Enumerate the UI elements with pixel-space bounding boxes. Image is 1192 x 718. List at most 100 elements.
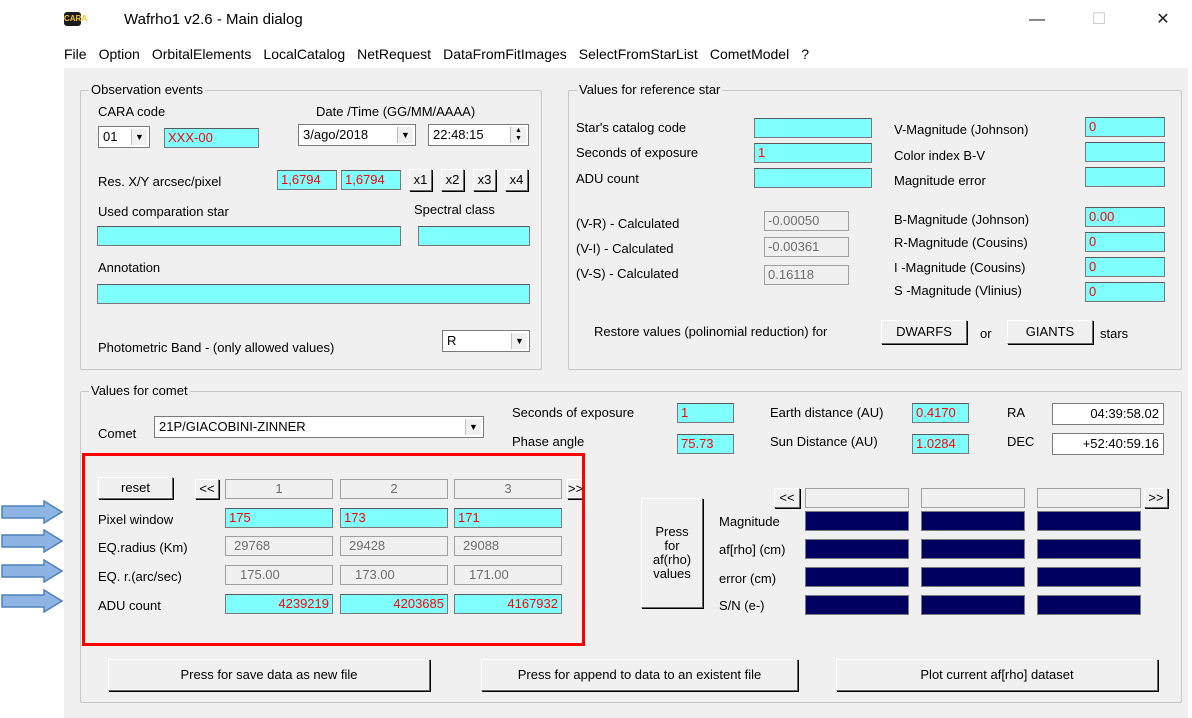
vr-value: -0.00050 bbox=[764, 211, 849, 231]
arrow-right-icon bbox=[1, 559, 64, 583]
v-magnitude-field[interactable]: 0 bbox=[1085, 117, 1165, 137]
right-prev-page-button[interactable]: << bbox=[774, 488, 800, 508]
error-1 bbox=[805, 567, 909, 587]
ref-exposure-label: Seconds of exposure bbox=[576, 145, 699, 160]
zoom-x4-button[interactable]: x4 bbox=[505, 169, 528, 191]
ra-value: 04:39:58.02 bbox=[1052, 403, 1164, 425]
zoom-x3-button[interactable]: x3 bbox=[473, 169, 496, 191]
afrho-2 bbox=[921, 539, 1025, 559]
sn-row-label: S/N (e-) bbox=[719, 598, 765, 613]
dec-value: +52:40:59.16 bbox=[1052, 433, 1164, 455]
earth-distance-field[interactable]: 0.4170 bbox=[912, 403, 969, 423]
ra-label: RA bbox=[1007, 405, 1026, 420]
magnitude-3 bbox=[1037, 511, 1141, 531]
annotation-label: Annotation bbox=[98, 260, 161, 275]
vi-calculated-label: (V-I) - Calculated bbox=[576, 241, 674, 256]
arrow-right-icon bbox=[1, 500, 64, 524]
menu-bar: File Option OrbitalElements LocalCatalog Net… bbox=[58, 42, 815, 66]
zoom-x1-button[interactable]: x1 bbox=[409, 169, 432, 191]
date-picker[interactable]: 3/ago/2018 ▼ bbox=[298, 124, 416, 146]
r-magnitude-field[interactable]: 0 bbox=[1085, 232, 1165, 252]
magnitude-row-label: Magnitude bbox=[719, 514, 780, 529]
append-file-button[interactable]: Press for append to data to an existent … bbox=[481, 659, 798, 691]
annotation-field[interactable] bbox=[97, 284, 530, 304]
menu-option[interactable]: Option bbox=[93, 42, 146, 66]
press-for-afrho-button[interactable]: Press for af(rho) values bbox=[641, 498, 703, 608]
menu-local-catalog[interactable]: LocalCatalog bbox=[257, 42, 351, 66]
zoom-x2-button[interactable]: x2 bbox=[441, 169, 464, 191]
title-bar: CARA Wafrho1 v2.6 - Main dialog — ☐ ✕ bbox=[0, 0, 1192, 40]
catalog-code-field[interactable] bbox=[754, 118, 872, 138]
press-line-2: for bbox=[664, 538, 680, 553]
afrho-1 bbox=[805, 539, 909, 559]
menu-help[interactable]: ? bbox=[795, 42, 815, 66]
cara-id-field[interactable]: XXX-00 bbox=[164, 128, 259, 148]
minimize-button[interactable]: — bbox=[1014, 6, 1060, 34]
earth-distance-label: Earth distance (AU) bbox=[770, 405, 884, 420]
sn-2 bbox=[921, 595, 1025, 615]
menu-file[interactable]: File bbox=[58, 42, 93, 66]
chevron-down-icon: ▼ bbox=[397, 127, 413, 143]
b-magnitude-field[interactable]: 0.00 bbox=[1085, 207, 1165, 227]
ref-adu-field[interactable] bbox=[754, 168, 872, 188]
menu-orbital-elements[interactable]: OrbitalElements bbox=[146, 42, 258, 66]
stars-label: stars bbox=[1100, 326, 1129, 341]
res-y-field[interactable]: 1,6794 bbox=[341, 170, 401, 190]
magnitude-2 bbox=[921, 511, 1025, 531]
right-column-header-1 bbox=[805, 488, 909, 508]
error-2 bbox=[921, 567, 1025, 587]
catalog-code-label: Star's catalog code bbox=[576, 120, 687, 135]
comet-group-title: Values for comet bbox=[89, 383, 190, 399]
right-next-page-button[interactable]: >> bbox=[1144, 488, 1168, 508]
menu-comet-model[interactable]: CometModel bbox=[704, 42, 795, 66]
giants-button[interactable]: GIANTS bbox=[1007, 320, 1093, 344]
right-column-header-2 bbox=[921, 488, 1025, 508]
phase-angle-field[interactable]: 75.73 bbox=[677, 434, 734, 454]
cara-code-label: CARA code bbox=[98, 104, 166, 119]
error-row-label: error (cm) bbox=[719, 571, 777, 586]
ref-exposure-field[interactable]: 1 bbox=[754, 143, 872, 163]
menu-select-from-star-list[interactable]: SelectFromStarList bbox=[573, 42, 704, 66]
press-line-3: af(rho) bbox=[652, 552, 692, 567]
comparation-star-field[interactable] bbox=[97, 226, 401, 246]
magnitude-error-field[interactable] bbox=[1085, 167, 1165, 187]
time-spinner[interactable]: 22:48:15 ▲ ▼ bbox=[428, 124, 529, 146]
comet-select[interactable]: 21P/GIACOBINI-ZINNER ▼ bbox=[154, 416, 484, 438]
comparation-star-label: Used comparation star bbox=[98, 204, 229, 219]
press-line-1: Press bbox=[655, 524, 689, 539]
v-magnitude-label: V-Magnitude (Johnson) bbox=[894, 122, 1029, 137]
plot-dataset-button[interactable]: Plot current af[rho] dataset bbox=[836, 659, 1158, 691]
arrow-right-icon bbox=[1, 589, 64, 613]
ref-adu-label: ADU count bbox=[576, 171, 639, 186]
s-magnitude-field[interactable]: 0 bbox=[1085, 282, 1165, 302]
arrow-right-icon bbox=[1, 529, 64, 553]
photometric-band-label: Photometric Band - (only allowed values) bbox=[98, 340, 335, 355]
maximize-button[interactable]: ☐ bbox=[1076, 6, 1122, 34]
or-label: or bbox=[980, 326, 992, 341]
cara-code-select[interactable]: 01 ▼ bbox=[98, 126, 150, 148]
comet-label: Comet bbox=[98, 426, 137, 441]
dwarfs-button[interactable]: DWARFS bbox=[881, 320, 967, 344]
vs-calculated-label: (V-S) - Calculated bbox=[576, 266, 679, 281]
res-x-field[interactable]: 1,6794 bbox=[277, 170, 337, 190]
app-icon: CARA bbox=[64, 12, 87, 26]
resolution-label: Res. X/Y arcsec/pixel bbox=[98, 174, 222, 189]
menu-data-from-fit-images[interactable]: DataFromFitImages bbox=[437, 42, 573, 66]
b-magnitude-label: B-Magnitude (Johnson) bbox=[894, 212, 1030, 227]
comet-exposure-field[interactable]: 1 bbox=[677, 403, 734, 423]
spectral-class-field[interactable] bbox=[418, 226, 530, 246]
photometric-band-select[interactable]: R ▼ bbox=[442, 330, 530, 352]
save-new-file-button[interactable]: Press for save data as new file bbox=[108, 659, 430, 691]
press-line-4: values bbox=[653, 566, 691, 581]
vi-value: -0.00361 bbox=[764, 237, 849, 257]
magnitude-error-label: Magnitude error bbox=[894, 173, 986, 188]
reference-star-title: Values for reference star bbox=[577, 82, 723, 98]
i-magnitude-field[interactable]: 0 bbox=[1085, 257, 1165, 277]
menu-net-request[interactable]: NetRequest bbox=[351, 42, 437, 66]
comet-exposure-label: Seconds of exposure bbox=[512, 405, 635, 420]
r-magnitude-label: R-Magnitude (Cousins) bbox=[894, 235, 1028, 250]
highlight-box bbox=[82, 453, 585, 646]
sun-distance-field[interactable]: 1.0284 bbox=[912, 434, 969, 454]
close-button[interactable]: ✕ bbox=[1140, 6, 1186, 34]
color-index-field[interactable] bbox=[1085, 142, 1165, 162]
